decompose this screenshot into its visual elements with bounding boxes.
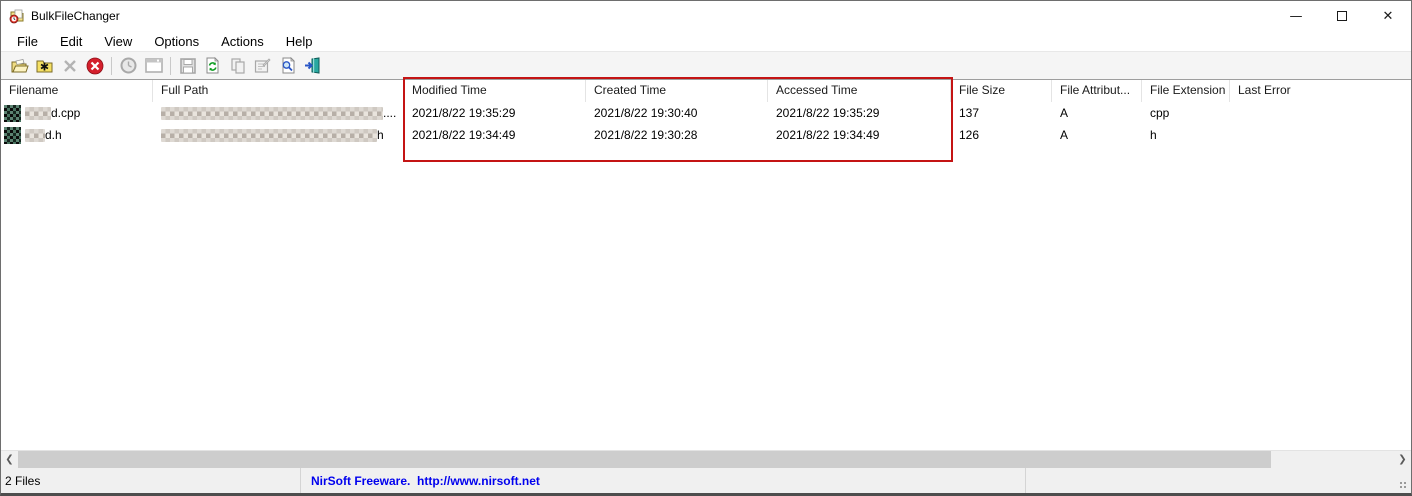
add-folder-icon: ✱ — [36, 60, 52, 73]
resize-grip[interactable] — [1399, 481, 1408, 490]
save-icon — [179, 57, 196, 74]
title-bar: BulkFileChanger — ✕ — [1, 1, 1411, 31]
minimize-button[interactable]: — — [1273, 1, 1319, 31]
toolbar: ✱ — [1, 52, 1411, 80]
menu-help[interactable]: Help — [275, 32, 324, 51]
scrollbar-thumb[interactable] — [18, 451, 1271, 468]
app-window: BulkFileChanger — ✕ File Edit View Optio… — [0, 0, 1412, 496]
refresh-icon — [206, 57, 219, 74]
change-time-button[interactable] — [116, 54, 141, 78]
copy-button[interactable] — [225, 54, 250, 78]
clear-list-icon — [86, 57, 103, 74]
toolbar-separator — [111, 56, 112, 75]
clear-list-button[interactable] — [82, 54, 107, 78]
refresh-button[interactable] — [200, 54, 225, 78]
filename-text: d.cpp — [51, 106, 81, 120]
col-header-fullpath[interactable]: Full Path — [153, 80, 404, 102]
save-button[interactable] — [175, 54, 200, 78]
modified-time: 2021/8/22 19:35:29 — [412, 106, 516, 120]
nirsoft-link[interactable]: NirSoft Freeware. http://www.nirsoft.net — [311, 474, 540, 488]
exit-button[interactable] — [300, 54, 325, 78]
remove-file-button[interactable] — [57, 54, 82, 78]
status-bar: 2 Files NirSoft Freeware. http://www.nir… — [1, 468, 1411, 493]
censored-filename — [25, 128, 45, 142]
horizontal-scrollbar[interactable]: ❮ ❯ — [1, 450, 1411, 468]
close-button[interactable]: ✕ — [1365, 1, 1411, 31]
add-folder-button[interactable]: ✱ — [32, 54, 57, 78]
files-count: 2 Files — [1, 468, 301, 493]
last-error — [1230, 102, 1410, 124]
scroll-right-arrow[interactable]: ❯ — [1394, 451, 1411, 468]
table-row[interactable]: d.cpp .... 2021/8/22 19:35:29 2021/8/22 … — [1, 102, 1411, 124]
col-header-attributes[interactable]: File Attribut... — [1052, 80, 1142, 102]
file-extension: h — [1150, 128, 1157, 142]
menu-actions[interactable]: Actions — [210, 32, 275, 51]
col-header-filename[interactable]: Filename — [1, 80, 153, 102]
toolbar-separator — [170, 56, 171, 75]
col-header-extension[interactable]: File Extension — [1142, 80, 1230, 102]
col-header-created[interactable]: Created Time — [586, 80, 768, 102]
censored-path — [161, 128, 377, 142]
file-attributes: A — [1060, 128, 1069, 142]
file-attributes: A — [1060, 106, 1069, 120]
file-type-icon — [4, 126, 21, 144]
accessed-time: 2021/8/22 19:34:49 — [776, 128, 880, 142]
list-header: Filename Full Path Modified Time Created… — [1, 80, 1411, 102]
file-size: 137 — [959, 106, 980, 120]
open-files-icon — [11, 58, 29, 72]
window-title: BulkFileChanger — [31, 9, 120, 23]
find-button[interactable] — [275, 54, 300, 78]
censored-path — [161, 106, 383, 120]
svg-text:✱: ✱ — [39, 61, 48, 73]
col-header-accessed[interactable]: Accessed Time — [768, 80, 951, 102]
file-size: 126 — [959, 128, 980, 142]
execute-window-icon — [144, 58, 163, 73]
path-text: h — [377, 128, 384, 142]
maximize-button[interactable] — [1319, 1, 1365, 31]
open-files-button[interactable] — [7, 54, 32, 78]
menu-edit[interactable]: Edit — [49, 32, 93, 51]
file-extension: cpp — [1150, 106, 1170, 120]
last-error — [1230, 124, 1410, 146]
app-icon — [9, 9, 24, 24]
change-time-icon — [120, 57, 137, 74]
modified-time: 2021/8/22 19:34:49 — [412, 128, 516, 142]
accessed-time: 2021/8/22 19:35:29 — [776, 106, 880, 120]
file-type-icon — [4, 104, 21, 122]
maximize-icon — [1337, 11, 1347, 21]
path-text: .... — [383, 106, 397, 120]
menu-bar: File Edit View Options Actions Help — [1, 31, 1411, 52]
created-time: 2021/8/22 19:30:28 — [594, 128, 698, 142]
menu-view[interactable]: View — [93, 32, 143, 51]
remove-file-icon — [63, 59, 76, 72]
menu-options[interactable]: Options — [143, 32, 210, 51]
table-row[interactable]: d.h h 2021/8/22 19:34:49 2021/8/22 19:30… — [1, 124, 1411, 146]
scroll-left-arrow[interactable]: ❮ — [1, 451, 18, 468]
col-header-lasterror[interactable]: Last Error — [1230, 80, 1410, 102]
censored-filename — [25, 106, 51, 120]
exit-icon — [305, 57, 320, 74]
filename-text: d.h — [45, 128, 62, 142]
file-properties-button[interactable] — [250, 54, 275, 78]
file-list: Filename Full Path Modified Time Created… — [1, 80, 1411, 450]
copy-icon — [230, 57, 245, 74]
find-icon — [282, 57, 295, 74]
execute-window-button[interactable] — [141, 54, 166, 78]
col-header-modified[interactable]: Modified Time — [404, 80, 586, 102]
col-header-filesize[interactable]: File Size — [951, 80, 1052, 102]
created-time: 2021/8/22 19:30:40 — [594, 106, 698, 120]
menu-file[interactable]: File — [6, 32, 49, 51]
file-properties-icon — [254, 57, 271, 73]
